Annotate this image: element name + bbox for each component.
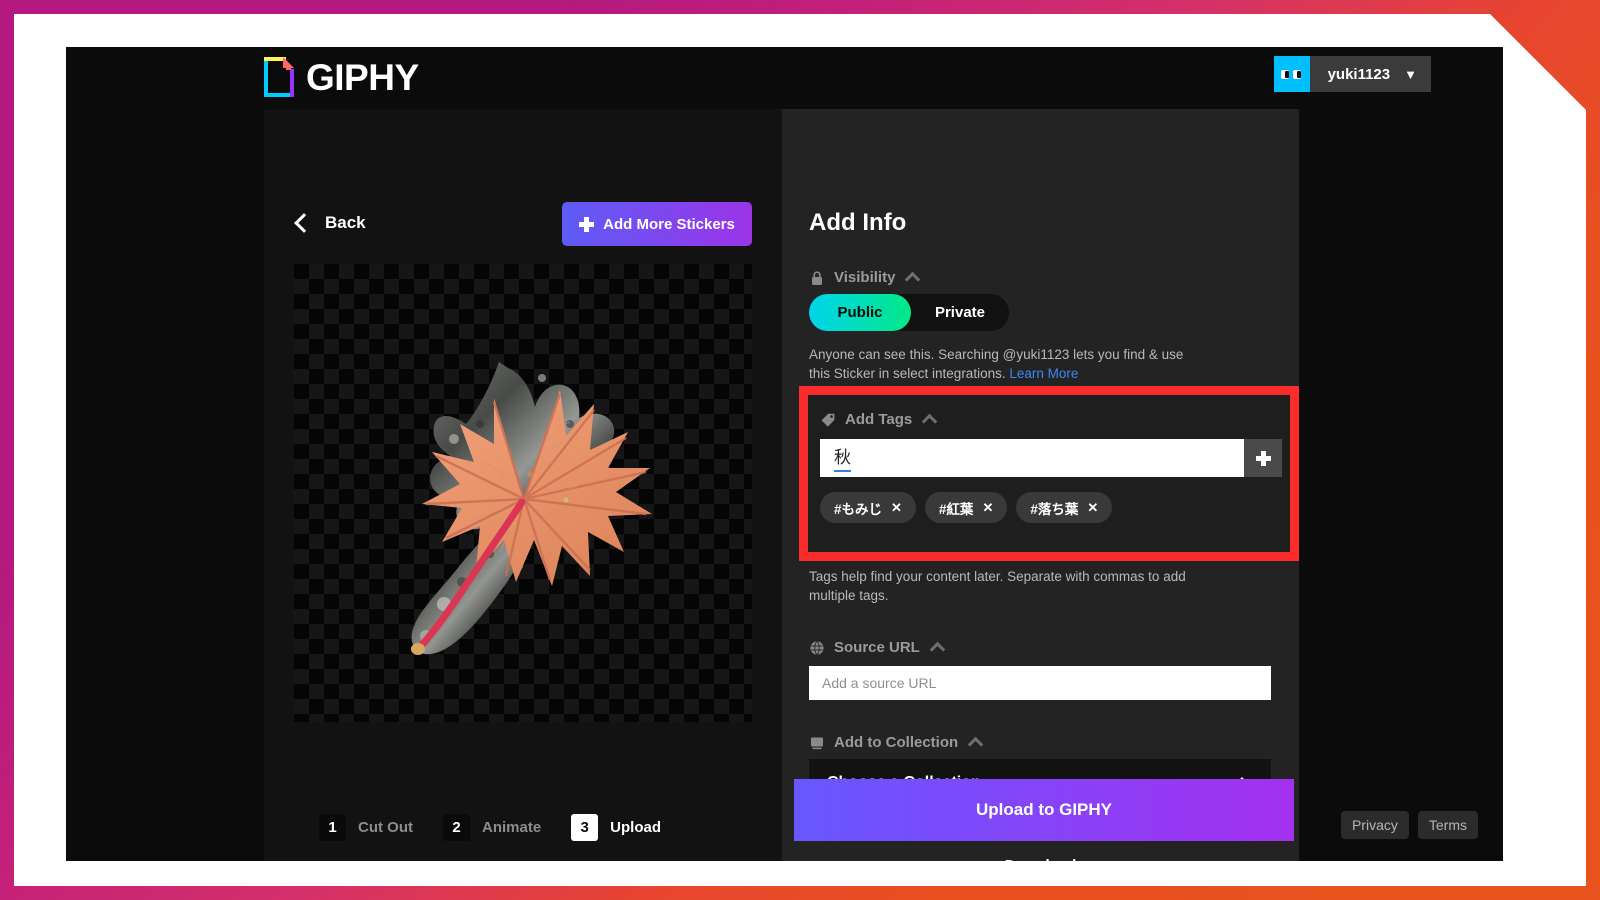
tags-help-text: Tags help find your content later. Separ… bbox=[809, 569, 1186, 603]
step-cut-out[interactable]: 1 Cut Out bbox=[319, 814, 413, 841]
giphy-logo[interactable]: GIPHY bbox=[264, 57, 419, 97]
add-to-collection-label: Add to Collection bbox=[834, 734, 959, 751]
tag-chip-list: #もみじ ✕ #紅葉 ✕ #落ち葉 ✕ bbox=[820, 492, 1113, 523]
step-label: Cut Out bbox=[358, 819, 413, 836]
user-name: yuki1123 bbox=[1327, 65, 1391, 83]
step-label: Upload bbox=[610, 819, 662, 836]
source-url-section-header[interactable]: Source URL bbox=[809, 639, 946, 658]
user-menu[interactable]: yuki1123 ▼ bbox=[1273, 56, 1431, 92]
upload-to-giphy-button[interactable]: Upload to GIPHY bbox=[794, 779, 1294, 841]
step-upload[interactable]: 3 Upload bbox=[571, 814, 661, 841]
globe-icon bbox=[809, 640, 825, 656]
source-url-label: Source URL bbox=[834, 639, 920, 656]
visibility-public-option[interactable]: Public bbox=[809, 294, 911, 331]
visibility-description-text: Anyone can see this. Searching @yuki1123… bbox=[809, 347, 1184, 381]
add-more-stickers-label: Add More Stickers bbox=[603, 215, 735, 233]
add-tags-label: Add Tags bbox=[845, 411, 913, 428]
tag-input[interactable] bbox=[820, 439, 1244, 477]
terms-link[interactable]: Terms bbox=[1417, 811, 1478, 839]
step-label: Animate bbox=[481, 819, 542, 836]
source-url-input[interactable] bbox=[809, 666, 1271, 700]
step-number: 2 bbox=[442, 814, 470, 841]
step-number: 1 bbox=[319, 814, 346, 841]
step-animate[interactable]: 2 Animate bbox=[442, 814, 542, 841]
chevron-up-icon[interactable] bbox=[921, 413, 938, 430]
collection-icon bbox=[809, 735, 825, 751]
add-to-collection-section-header[interactable]: Add to Collection bbox=[809, 734, 984, 753]
maple-leaf-sticker bbox=[411, 362, 652, 655]
back-button-label: Back bbox=[325, 213, 366, 232]
download-link[interactable]: Download bbox=[782, 857, 1299, 861]
visibility-private-option[interactable]: Private bbox=[911, 304, 1009, 321]
lock-icon bbox=[809, 270, 825, 286]
close-icon[interactable]: ✕ bbox=[982, 501, 993, 514]
add-tags-section-header[interactable]: Add Tags bbox=[820, 411, 938, 430]
footer-links: Privacy Terms bbox=[1340, 811, 1478, 839]
close-icon[interactable]: ✕ bbox=[891, 501, 902, 514]
sticker-preview-canvas[interactable] bbox=[294, 264, 752, 722]
visibility-section-header[interactable]: Visibility bbox=[809, 269, 921, 288]
visibility-toggle[interactable]: Public Private bbox=[809, 294, 1009, 331]
add-more-stickers-button[interactable]: Add More Stickers bbox=[562, 202, 752, 246]
top-bar: GIPHY yuki1123 ▼ bbox=[66, 47, 1503, 109]
plus-icon bbox=[1255, 450, 1271, 466]
add-tag-button[interactable] bbox=[1244, 439, 1282, 477]
chevron-down-icon[interactable]: ▼ bbox=[1404, 67, 1431, 82]
step-indicator: 1 Cut Out 2 Animate 3 Upload bbox=[319, 814, 679, 841]
chevron-left-icon bbox=[294, 213, 314, 233]
tag-chip-label: #もみじ bbox=[834, 501, 883, 517]
chevron-up-icon[interactable] bbox=[905, 271, 921, 288]
tag-chip[interactable]: #紅葉 ✕ bbox=[924, 492, 1008, 523]
tag-input-row: 秋 bbox=[820, 439, 1282, 477]
plus-icon bbox=[579, 216, 595, 232]
add-info-pane: Add Info Visibility Public Private Anyon… bbox=[782, 109, 1299, 861]
visibility-label: Visibility bbox=[834, 269, 896, 286]
close-icon[interactable]: ✕ bbox=[1087, 501, 1098, 514]
visibility-description: Anyone can see this. Searching @yuki1123… bbox=[809, 345, 1204, 383]
tag-chip-label: #落ち葉 bbox=[1030, 501, 1079, 517]
preview-pane: Back Add More Stickers 1 Cut Out 2 Anima… bbox=[264, 109, 782, 861]
giphy-logo-text: GIPHY bbox=[306, 56, 419, 98]
tag-chip[interactable]: #落ち葉 ✕ bbox=[1016, 492, 1113, 523]
learn-more-link[interactable]: Learn More bbox=[1009, 366, 1078, 381]
add-tags-section-highlight: Add Tags 秋 #もみじ ✕ #紅葉 ✕ #落ち葉 ✕ bbox=[799, 386, 1299, 561]
page-title: Add Info bbox=[809, 209, 907, 236]
chevron-up-icon[interactable] bbox=[967, 736, 984, 753]
back-button[interactable]: Back bbox=[294, 213, 366, 233]
chevron-up-icon[interactable] bbox=[929, 641, 946, 658]
giphy-upload-app: GIPHY yuki1123 ▼ Back Add More Stickers bbox=[66, 47, 1503, 861]
step-number: 3 bbox=[571, 814, 599, 841]
tag-icon bbox=[820, 412, 836, 428]
main-panes: Back Add More Stickers 1 Cut Out 2 Anima… bbox=[264, 109, 1299, 861]
avatar bbox=[1273, 56, 1310, 92]
tag-chip[interactable]: #もみじ ✕ bbox=[820, 492, 916, 523]
giphy-logo-icon bbox=[264, 57, 294, 97]
privacy-link[interactable]: Privacy bbox=[1340, 811, 1409, 839]
tag-chip-label: #紅葉 bbox=[938, 501, 974, 517]
